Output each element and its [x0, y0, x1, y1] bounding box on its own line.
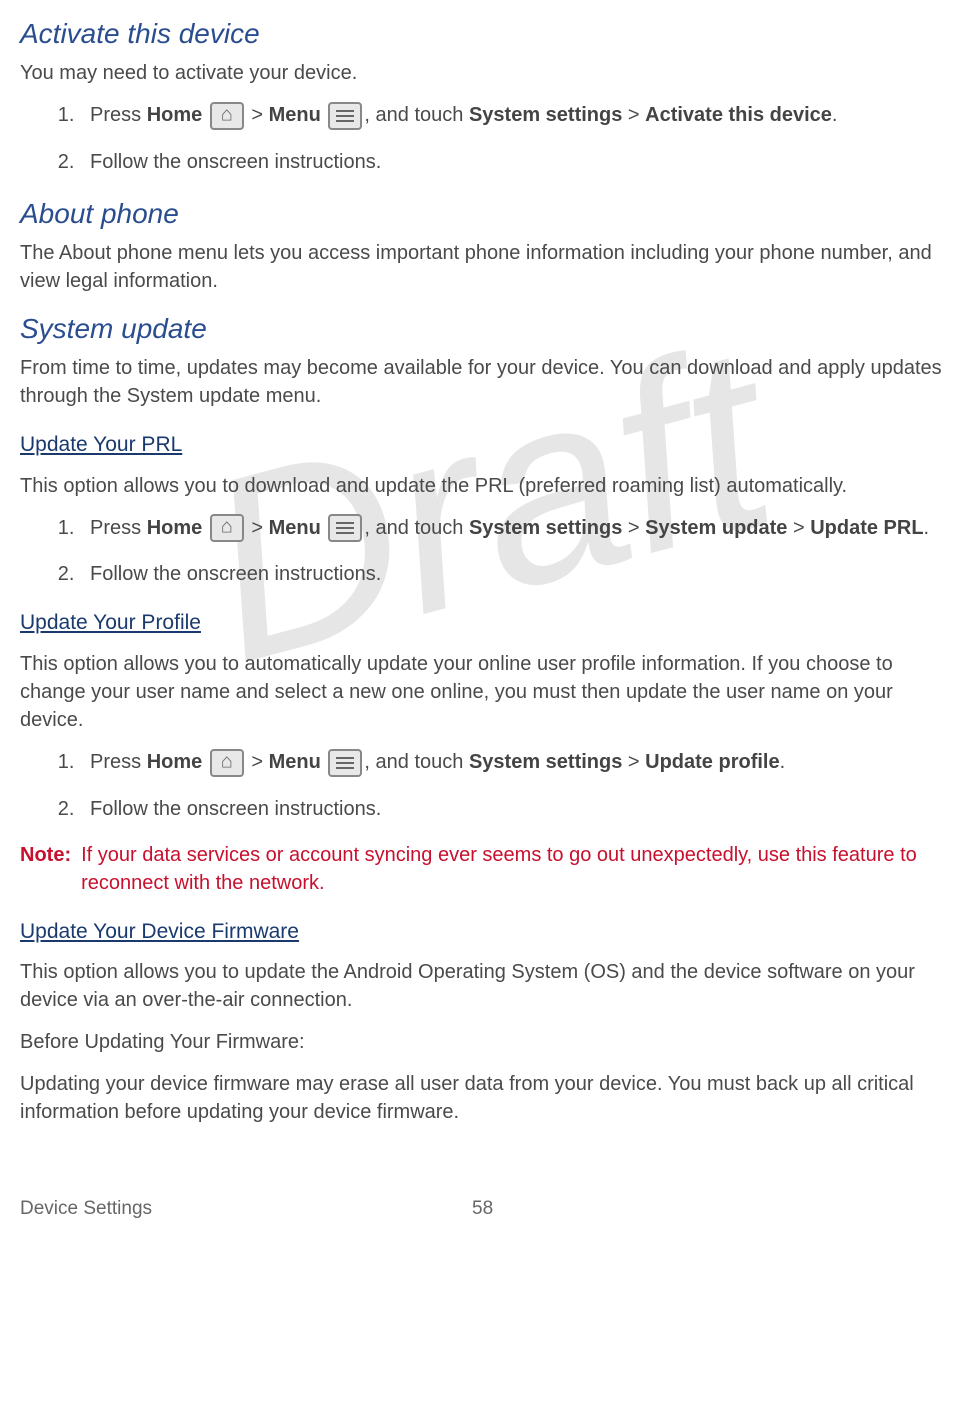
target-label: Activate this device: [645, 104, 832, 126]
profile-text: This option allows you to automatically …: [20, 650, 953, 734]
heading-profile: Update Your Profile: [20, 608, 953, 637]
profile-note: Note: If your data services or account s…: [20, 841, 953, 897]
text: Press: [90, 517, 147, 539]
text: .: [924, 517, 930, 539]
firmware-p2: Before Updating Your Firmware:: [20, 1028, 953, 1056]
menu-label: Menu: [269, 517, 321, 539]
profile-step-1: Press Home > Menu , and touch System set…: [80, 748, 953, 777]
separator: >: [622, 751, 645, 773]
system-settings-label: System settings: [469, 517, 622, 539]
separator: >: [251, 517, 268, 539]
text: , and touch: [364, 751, 469, 773]
firmware-p1: This option allows you to update the And…: [20, 958, 953, 1014]
home-icon: [210, 102, 244, 130]
home-icon: [210, 514, 244, 542]
system-settings-label: System settings: [469, 751, 622, 773]
heading-system-update: System update: [20, 309, 953, 348]
heading-about: About phone: [20, 194, 953, 233]
activate-step-2: Follow the onscreen instructions.: [80, 148, 953, 176]
footer: Device Settings 58: [20, 1196, 953, 1223]
separator: >: [622, 517, 645, 539]
menu-icon: [328, 102, 362, 130]
home-label: Home: [147, 751, 203, 773]
profile-steps: Press Home > Menu , and touch System set…: [20, 748, 953, 823]
menu-icon: [328, 514, 362, 542]
separator: >: [787, 517, 810, 539]
prl-text: This option allows you to download and u…: [20, 472, 953, 500]
about-text: The About phone menu lets you access imp…: [20, 239, 953, 295]
separator: >: [251, 751, 268, 773]
heading-activate: Activate this device: [20, 14, 953, 53]
prl-steps: Press Home > Menu , and touch System set…: [20, 514, 953, 589]
note-text: If your data services or account syncing…: [81, 841, 953, 897]
text: Press: [90, 104, 147, 126]
firmware-p3: Updating your device firmware may erase …: [20, 1070, 953, 1126]
system-update-label: System update: [645, 517, 787, 539]
heading-firmware: Update Your Device Firmware: [20, 917, 953, 946]
text: .: [780, 751, 786, 773]
separator: >: [622, 104, 645, 126]
home-label: Home: [147, 104, 203, 126]
text: Press: [90, 751, 147, 773]
prl-step-2: Follow the onscreen instructions.: [80, 560, 953, 588]
sysupdate-intro: From time to time, updates may become av…: [20, 354, 953, 410]
activate-intro: You may need to activate your device.: [20, 59, 953, 87]
target-label: Update PRL: [810, 517, 923, 539]
heading-prl: Update Your PRL: [20, 430, 953, 459]
system-settings-label: System settings: [469, 104, 622, 126]
home-icon: [210, 749, 244, 777]
activate-step-1: Press Home > Menu , and touch System set…: [80, 101, 953, 130]
text: , and touch: [364, 104, 469, 126]
menu-label: Menu: [269, 751, 321, 773]
text: , and touch: [364, 517, 469, 539]
menu-label: Menu: [269, 104, 321, 126]
activate-steps: Press Home > Menu , and touch System set…: [20, 101, 953, 176]
prl-step-1: Press Home > Menu , and touch System set…: [80, 514, 953, 543]
menu-icon: [328, 749, 362, 777]
text: .: [832, 104, 838, 126]
page-number: 58: [472, 1196, 493, 1223]
home-label: Home: [147, 517, 203, 539]
profile-step-2: Follow the onscreen instructions.: [80, 795, 953, 823]
note-label: Note:: [20, 841, 71, 897]
footer-section: Device Settings: [20, 1196, 152, 1223]
page-content: Activate this device You may need to act…: [20, 14, 953, 1222]
target-label: Update profile: [645, 751, 779, 773]
separator: >: [251, 104, 268, 126]
